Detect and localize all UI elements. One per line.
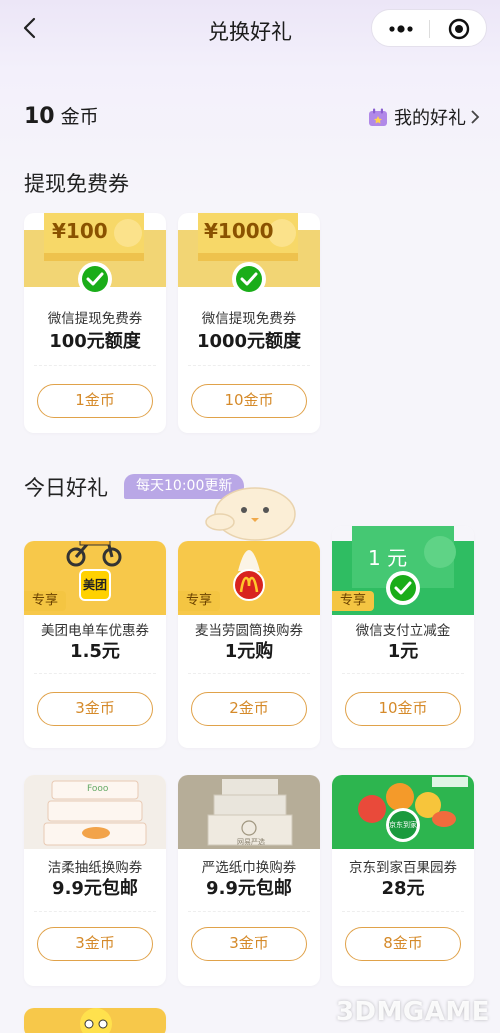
watermark: 3DMGAME <box>335 997 490 1027</box>
wechat-pay-icon <box>232 262 266 296</box>
card-divider <box>34 911 156 912</box>
capsule-divider <box>429 20 430 38</box>
close-mini-program-icon[interactable] <box>448 18 470 40</box>
card-name: 微信提现免费券 <box>47 311 143 327</box>
card-value: 1.5元 <box>70 641 120 662</box>
mascot-chick-icon <box>205 487 296 541</box>
gift-card-yanxuan[interactable]: 网易严选 严选纸巾换购券 9.9元包邮 3金币 <box>178 775 320 986</box>
card-name: 微信提现免费券 <box>201 311 297 327</box>
card-value: 1元 <box>387 641 419 662</box>
gift-card-meituan[interactable]: 美团 专享 美团电单车优惠券 1.5元 3金币 <box>24 541 166 748</box>
card-name: 京东到家百果园券 <box>349 860 457 876</box>
exclusive-badge: 专享 <box>24 591 67 611</box>
card-value: 1元购 <box>224 641 274 662</box>
card-divider <box>342 911 464 912</box>
exclusive-badge: 专享 <box>332 591 375 611</box>
gift-card-mcdonalds[interactable]: 专享 麦当劳圆筒换购券 1元购 2金币 <box>178 541 320 748</box>
section-title-daily: 今日好礼 <box>24 476 108 500</box>
ticket-amount: ¥1000 <box>204 219 274 243</box>
redeem-button[interactable]: 10金币 <box>191 384 307 418</box>
card-name: 严选纸巾换购券 <box>201 860 297 876</box>
mini-program-capsule <box>371 9 487 47</box>
yanxuan-brand-text: 网易严选 <box>237 838 265 846</box>
redeem-button[interactable]: 2金币 <box>191 692 307 726</box>
card-divider <box>188 673 310 674</box>
withdraw-card[interactable]: ¥100 微信提现免费券 100元额度 1金币 <box>24 213 166 433</box>
ticket-amount: 1 元 <box>368 546 408 570</box>
card-value: 100元额度 <box>49 331 141 352</box>
nav-bar: 兑换好礼 <box>0 0 500 60</box>
jd-daojia-brand-text: 京东到家 <box>389 821 417 829</box>
partial-card-illustration <box>24 1008 166 1033</box>
redeem-button[interactable]: 3金币 <box>191 927 307 961</box>
card-name: 麦当劳圆筒换购券 <box>195 623 303 639</box>
more-icon[interactable] <box>388 25 414 33</box>
card-value: 1000元额度 <box>196 331 302 352</box>
card-divider <box>34 365 156 366</box>
calendar-gift-icon <box>369 108 387 126</box>
chevron-right-icon <box>471 110 480 124</box>
gift-card-partial[interactable] <box>24 1008 166 1033</box>
card-divider <box>342 673 464 674</box>
card-value: 28元 <box>381 878 425 899</box>
redeem-button[interactable]: 3金币 <box>37 927 153 961</box>
gift-card-jd-daojia[interactable]: 京东到家 京东到家百果园券 28元 8金币 <box>332 775 474 986</box>
my-gifts-link[interactable]: 我的好礼 <box>368 104 480 130</box>
card-divider <box>188 911 310 912</box>
gift-card-wechat-pay[interactable]: 1 元 专享 微信支付立减金 1元 10金币 <box>332 526 474 748</box>
card-name: 美团电单车优惠券 <box>41 623 149 639</box>
ticket-amount: ¥100 <box>52 219 108 243</box>
card-divider <box>188 365 310 366</box>
redeem-button[interactable]: 1金币 <box>37 384 153 418</box>
wechat-pay-icon <box>78 262 112 296</box>
my-gifts-label: 我的好礼 <box>394 108 466 129</box>
meituan-logo: 美团 <box>79 569 111 601</box>
tissue-brand-text: Fooo <box>87 784 109 794</box>
card-value: 9.9元包邮 <box>206 878 292 899</box>
exclusive-badge: 专享 <box>178 591 221 611</box>
card-value: 9.9元包邮 <box>52 878 138 899</box>
card-divider <box>34 673 156 674</box>
wechat-pay-icon <box>386 571 420 605</box>
card-name: 洁柔抽纸换购券 <box>47 860 143 876</box>
coin-unit: 金币 <box>60 106 99 128</box>
redeem-button[interactable]: 3金币 <box>37 692 153 726</box>
gift-card-tissue[interactable]: Fooo 洁柔抽纸换购券 9.9元包邮 3金币 <box>24 775 166 986</box>
coin-balance: 10 金币 <box>24 102 99 129</box>
coin-amount: 10 <box>24 104 55 129</box>
mcdonalds-logo-icon <box>233 569 265 601</box>
card-name: 微信支付立减金 <box>355 623 451 639</box>
withdraw-card[interactable]: ¥1000 微信提现免费券 1000元额度 10金币 <box>178 213 320 433</box>
section-title-withdraw: 提现免费券 <box>24 172 129 196</box>
redeem-button[interactable]: 8金币 <box>345 927 461 961</box>
redeem-button[interactable]: 10金币 <box>345 692 461 726</box>
